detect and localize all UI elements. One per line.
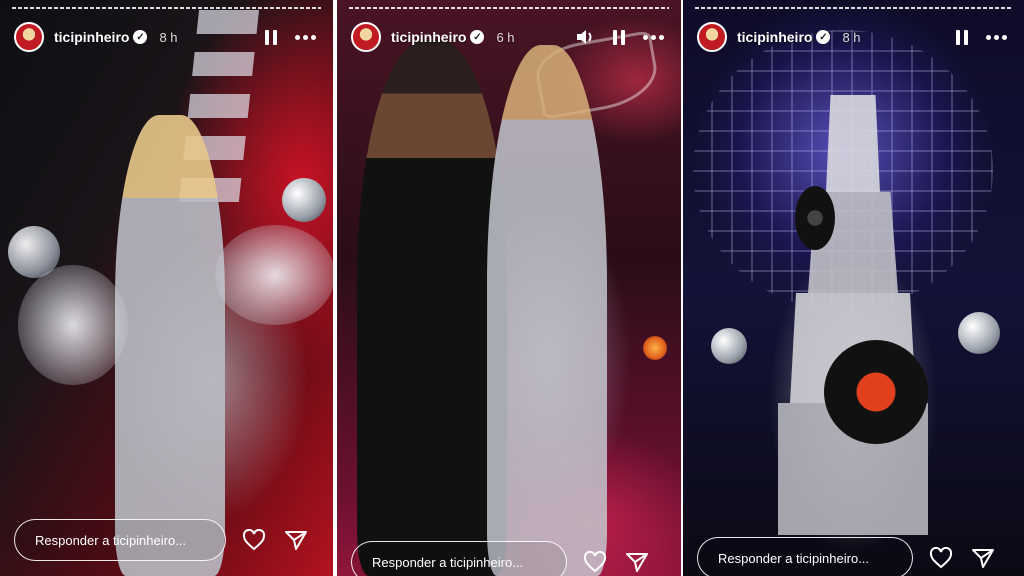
avatar[interactable] [697, 22, 727, 52]
verified-badge-icon: ✓ [816, 30, 831, 44]
username[interactable]: ticipinheiro [737, 29, 812, 45]
more-icon[interactable] [639, 23, 667, 51]
post-time: 6 h [496, 29, 515, 45]
post-time: 8 h [159, 29, 178, 45]
more-icon[interactable] [982, 23, 1010, 51]
progress-bar [349, 7, 669, 9]
pause-icon[interactable] [257, 23, 285, 51]
heart-icon[interactable] [581, 548, 609, 576]
send-icon[interactable] [282, 526, 310, 554]
woman-dancing-image [487, 45, 607, 576]
story-header: ticipinheiro ✓ 8 h [14, 22, 319, 52]
more-icon[interactable] [291, 23, 319, 51]
story-footer: Responder a ticipinheiro... [697, 536, 1010, 576]
reply-input[interactable]: Responder a ticipinheiro... [351, 541, 567, 576]
story-footer: Responder a ticipinheiro... [14, 518, 319, 562]
story-header: ticipinheiro ✓ 6 h [351, 22, 667, 52]
avatar[interactable] [351, 22, 381, 52]
feather-sleeve-right-image [215, 225, 333, 325]
username[interactable]: ticipinheiro [391, 29, 466, 45]
post-time: 8 h [842, 29, 861, 45]
stage-light-image [643, 336, 667, 360]
verified-badge-icon: ✓ [470, 30, 485, 44]
disco-ball-image [282, 178, 326, 222]
avatar[interactable] [14, 22, 44, 52]
feather-sleeve-left-image [18, 265, 128, 385]
story-header: ticipinheiro ✓ 8 h [697, 22, 1010, 52]
username[interactable]: ticipinheiro [54, 29, 129, 45]
story-footer: Responder a ticipinheiro... [351, 540, 667, 576]
story-card-1[interactable]: ticipinheiro ✓ 8 h Responder a ticipinhe… [0, 0, 333, 576]
reply-input[interactable]: Responder a ticipinheiro... [697, 537, 913, 576]
disco-ball-image [958, 312, 1000, 354]
reply-input[interactable]: Responder a ticipinheiro... [14, 519, 226, 561]
silver-cake-image [778, 95, 928, 535]
heart-icon[interactable] [240, 526, 268, 554]
send-icon[interactable] [623, 548, 651, 576]
vinyl-record-small-image [795, 186, 835, 250]
vinyl-record-image [824, 340, 928, 444]
volume-icon[interactable] [571, 23, 599, 51]
verified-badge-icon: ✓ [133, 30, 148, 44]
send-icon[interactable] [969, 544, 997, 572]
disco-ball-backdrop-image [693, 30, 993, 310]
progress-bar [12, 7, 321, 9]
man-dancing-image [357, 40, 507, 576]
pause-icon[interactable] [948, 23, 976, 51]
disco-ball-image [711, 328, 747, 364]
story-card-2[interactable]: ticipinheiro ✓ 6 h Responder a ticipinhe… [337, 0, 681, 576]
heart-icon[interactable] [927, 544, 955, 572]
disco-ball-image [8, 226, 60, 278]
woman-sequin-jumpsuit-image [115, 115, 225, 576]
pause-icon[interactable] [605, 23, 633, 51]
story-card-3[interactable]: ticipinheiro ✓ 8 h Responder a ticipinhe… [683, 0, 1024, 576]
progress-bar [695, 7, 1012, 9]
